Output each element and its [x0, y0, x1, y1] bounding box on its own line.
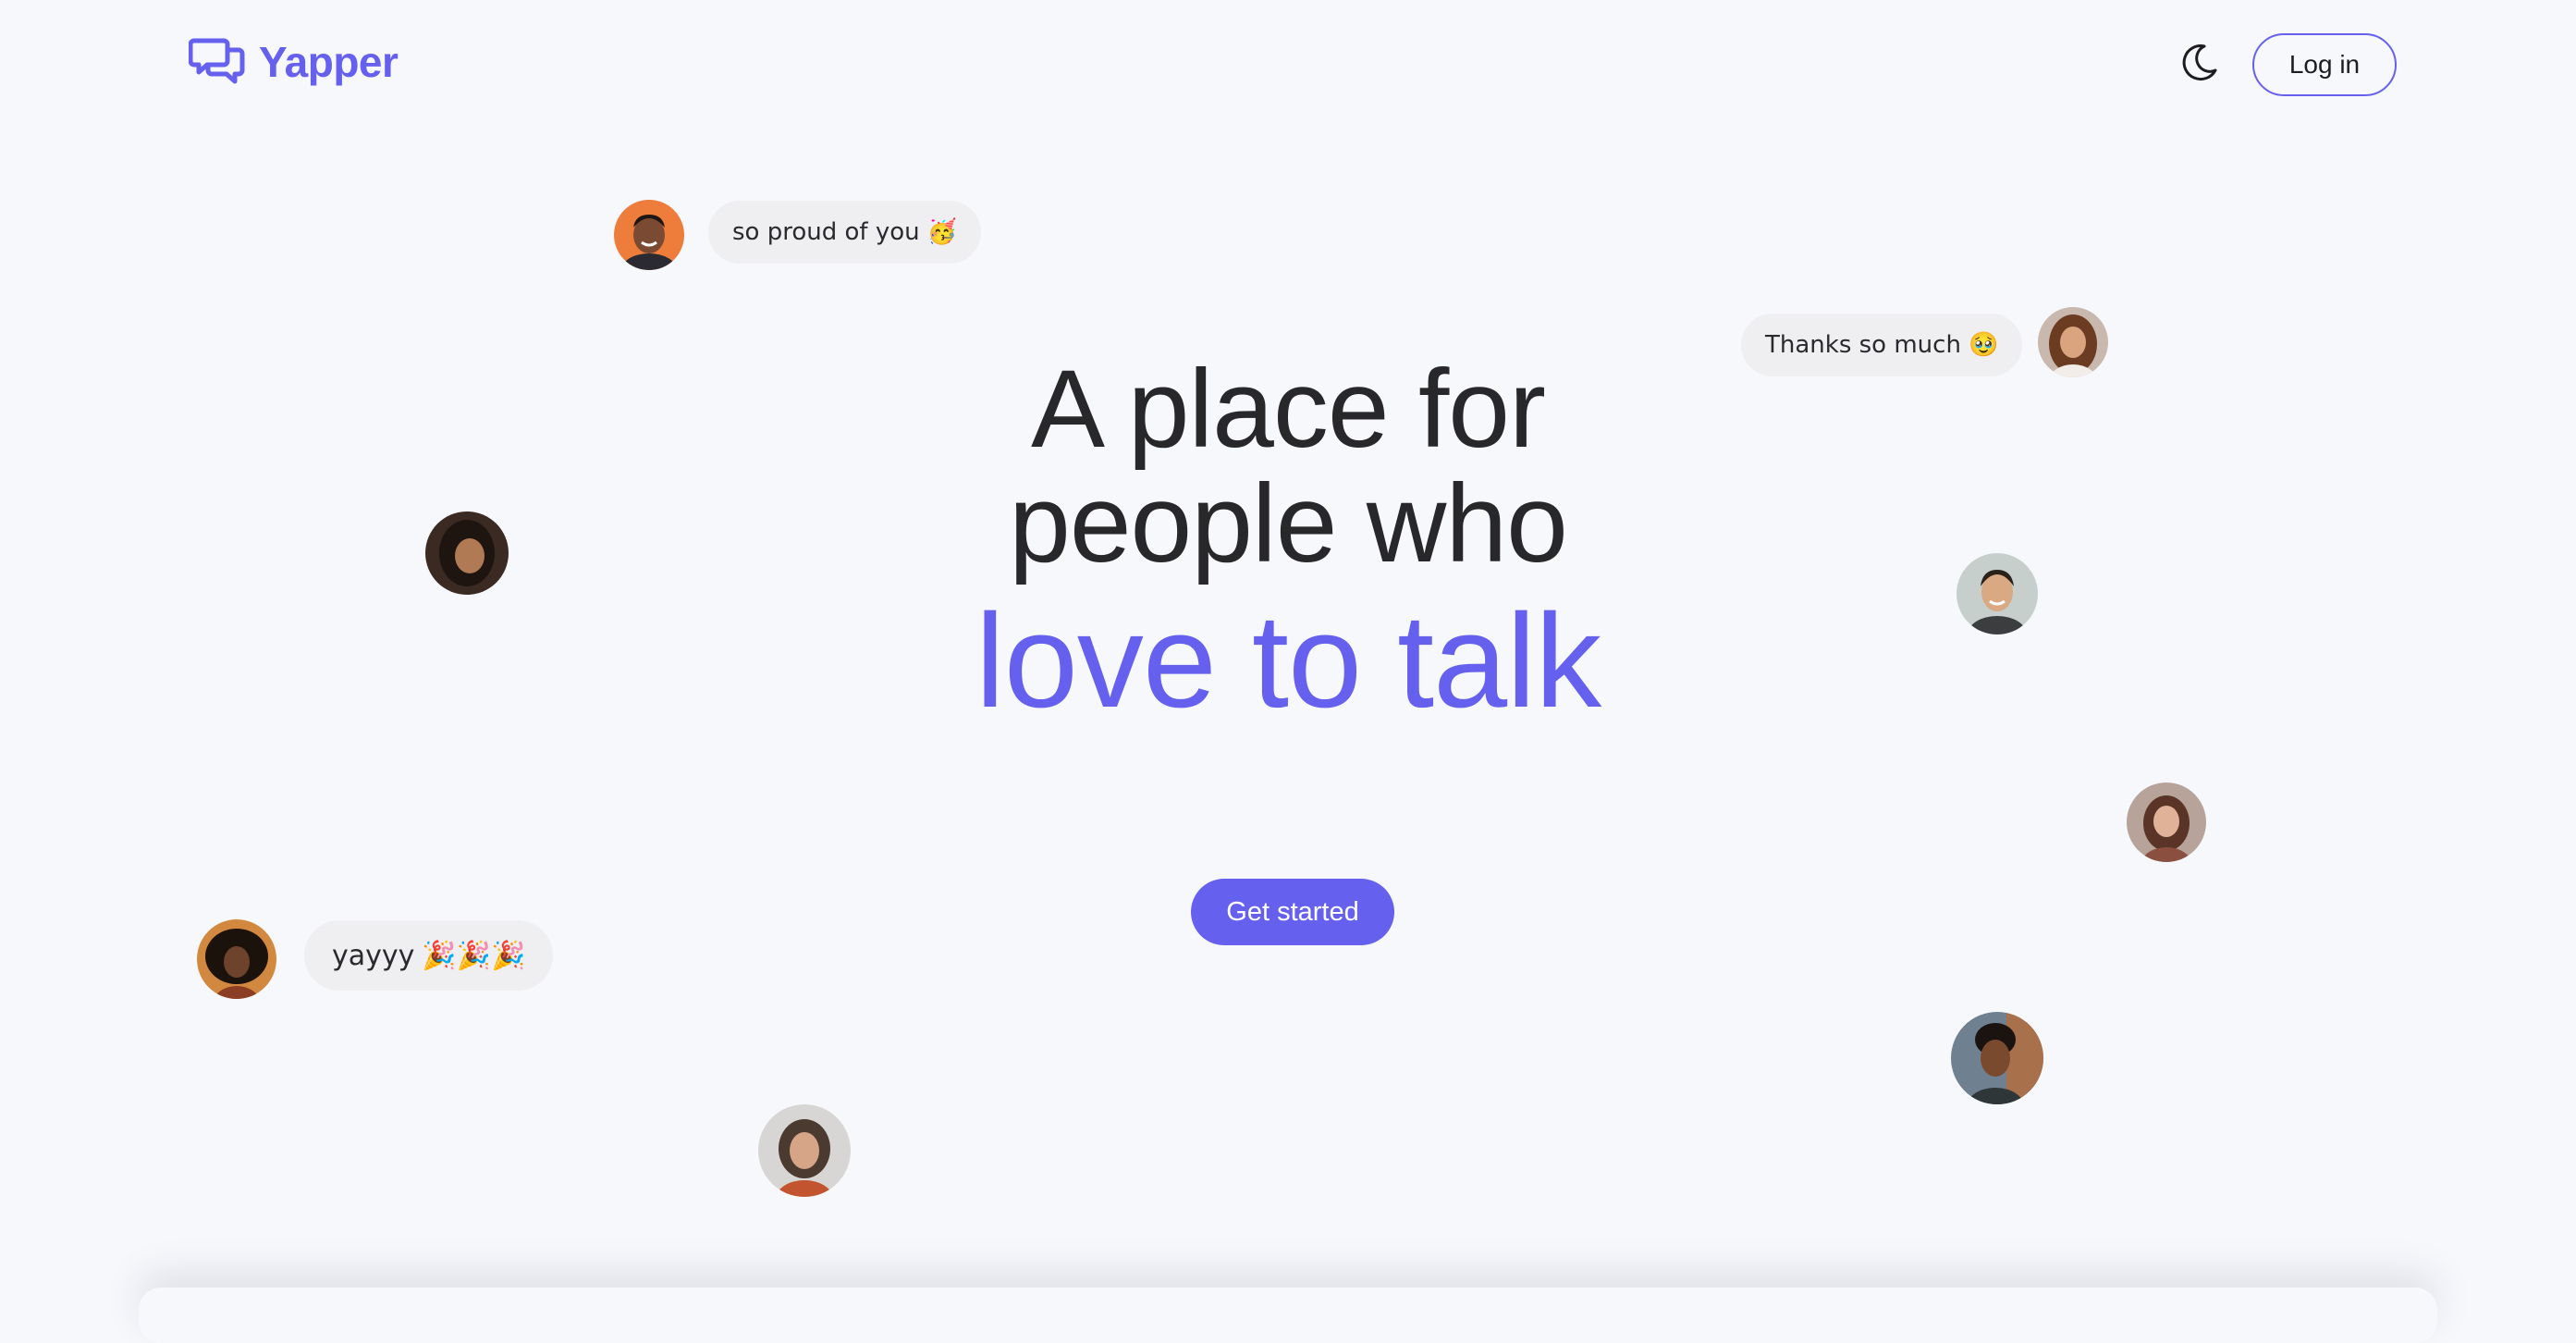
brand-logo[interactable]: Yapper	[189, 35, 399, 89]
hero-accent: love to talk	[975, 586, 1601, 735]
hero-headline: A place for people who love to talk	[0, 351, 2576, 731]
chat-bubble: Thanks so much 🥹	[1741, 314, 2023, 376]
chat-bubble-text: yayyy	[332, 939, 415, 972]
avatar	[197, 919, 276, 999]
moon-icon[interactable]	[2177, 41, 2221, 85]
chat-bubble: yayyy 🎉🎉🎉	[304, 920, 554, 991]
avatar	[758, 1104, 851, 1197]
avatar	[1957, 553, 2038, 635]
chat-bubble-text: Thanks so much	[1765, 331, 1961, 359]
hero-line-2: people who	[1009, 462, 1568, 585]
hero-line-1: A place for	[1030, 347, 1546, 471]
chat-bubbles-icon	[189, 35, 246, 89]
emoji: 🎉🎉🎉	[422, 939, 526, 972]
avatar	[425, 511, 509, 595]
chat-bubble-text: so proud of you	[732, 218, 920, 246]
emoji: 🥳	[926, 218, 957, 246]
brand-name: Yapper	[259, 38, 399, 86]
avatar	[1951, 1012, 2043, 1104]
chat-bubble: so proud of you 🥳	[708, 201, 981, 264]
emoji: 🥹	[1968, 331, 1999, 359]
content-panel-edge	[139, 1288, 2437, 1343]
login-button[interactable]: Log in	[2252, 33, 2397, 96]
avatar	[2038, 307, 2108, 377]
get-started-button[interactable]: Get started	[1191, 879, 1394, 945]
avatar	[614, 200, 684, 270]
avatar	[2127, 782, 2206, 862]
